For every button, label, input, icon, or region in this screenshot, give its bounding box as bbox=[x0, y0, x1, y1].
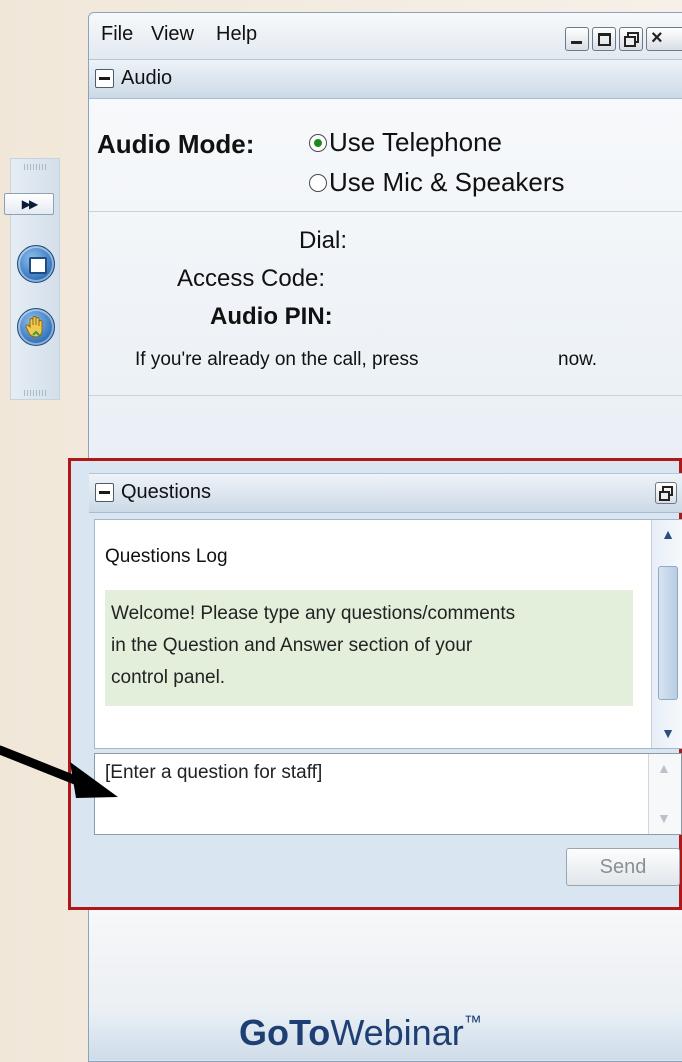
menu-help[interactable]: Help bbox=[216, 23, 257, 46]
audio-section-title: Audio bbox=[121, 67, 173, 89]
question-entry-field[interactable]: [Enter a question for staff] bbox=[94, 753, 682, 835]
restore-icon[interactable] bbox=[619, 27, 643, 51]
welcome-line-2: in the Question and Answer section of yo… bbox=[111, 635, 473, 656]
fast-forward-icon[interactable]: ▶▶ bbox=[4, 193, 54, 215]
audio-pin-label: Audio PIN: bbox=[210, 303, 333, 330]
close-icon[interactable]: × bbox=[646, 27, 682, 51]
questions-section-title: Questions bbox=[121, 481, 212, 503]
drag-grip-bottom[interactable] bbox=[24, 390, 46, 396]
scroll-down-icon[interactable]: ▼ bbox=[657, 722, 679, 744]
brand-webinar: Webinar bbox=[330, 1012, 464, 1053]
brand-tm: ™ bbox=[463, 1012, 482, 1032]
radio-use-mic-speakers[interactable] bbox=[309, 174, 327, 192]
menu-view[interactable]: View bbox=[151, 23, 194, 46]
radio-use-telephone[interactable] bbox=[309, 134, 327, 152]
option-use-mic-speakers-label[interactable]: Use Mic & Speakers bbox=[329, 167, 565, 198]
send-button[interactable]: Send bbox=[566, 848, 680, 886]
divider bbox=[89, 211, 682, 212]
branding-footer: GoToWebinar™ bbox=[89, 1010, 682, 1060]
drag-grip-top[interactable] bbox=[24, 164, 46, 170]
brand-goto: GoTo bbox=[239, 1012, 331, 1053]
access-code-label: Access Code: bbox=[177, 265, 326, 292]
entry-scrollbar[interactable]: ▲ ▼ bbox=[648, 754, 681, 834]
questions-section-header: Questions bbox=[89, 473, 682, 513]
popout-icon[interactable] bbox=[655, 482, 677, 504]
scroll-up-icon[interactable]: ▲ bbox=[657, 523, 679, 545]
scroll-thumb[interactable] bbox=[658, 566, 678, 700]
audio-section-header: Audio bbox=[89, 59, 682, 99]
maximize-icon[interactable] bbox=[592, 27, 616, 51]
scroll-down-icon[interactable]: ▼ bbox=[657, 810, 671, 826]
dial-label: Dial: bbox=[299, 227, 348, 254]
call-note-now: now. bbox=[558, 349, 598, 370]
hand-glyph bbox=[25, 316, 43, 338]
blank-panel-area bbox=[89, 910, 682, 1010]
raise-hand-icon[interactable] bbox=[17, 308, 55, 346]
collapse-icon[interactable] bbox=[95, 483, 114, 502]
screen-icon[interactable] bbox=[17, 245, 55, 283]
welcome-message: Welcome! Please type any questions/comme… bbox=[105, 590, 633, 706]
questions-log-title: Questions Log bbox=[105, 546, 228, 567]
scroll-up-icon[interactable]: ▲ bbox=[657, 760, 671, 776]
collapse-icon[interactable] bbox=[95, 69, 114, 88]
option-use-telephone-label[interactable]: Use Telephone bbox=[329, 127, 502, 158]
audio-panel: Audio Mode: Use Telephone Use Mic & Spea… bbox=[89, 99, 682, 465]
audio-mode-label: Audio Mode: bbox=[97, 129, 255, 159]
minimize-icon[interactable] bbox=[565, 27, 589, 51]
questions-log-panel: Questions Log Welcome! Please type any q… bbox=[94, 519, 682, 749]
menu-bar: File View Help × bbox=[89, 13, 682, 59]
menu-file[interactable]: File bbox=[101, 23, 133, 46]
welcome-line-1: Welcome! Please type any questions/comme… bbox=[111, 603, 516, 624]
log-scrollbar[interactable]: ▲ ▼ bbox=[651, 520, 682, 748]
divider bbox=[89, 395, 682, 396]
call-note-text: If you're already on the call, press bbox=[135, 349, 419, 370]
welcome-line-3: control panel. bbox=[111, 667, 226, 688]
pointer-arrow-icon bbox=[0, 745, 118, 798]
